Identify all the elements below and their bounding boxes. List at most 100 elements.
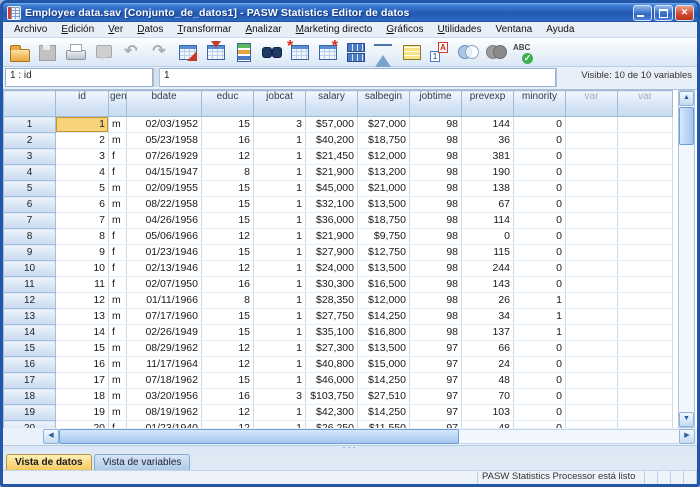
cell-id-row13[interactable]: 13: [56, 309, 109, 325]
vertical-scroll-thumb[interactable]: [679, 107, 694, 145]
row-header[interactable]: 6: [4, 197, 56, 213]
cell-prevexp-row11[interactable]: 143: [462, 277, 514, 293]
cell-gender-row17[interactable]: m: [109, 373, 127, 389]
cell-salbegin-row10[interactable]: $13,500: [358, 261, 410, 277]
cell-id-row17[interactable]: 17: [56, 373, 109, 389]
weight-cases-icon[interactable]: [370, 40, 396, 64]
cell-var-row4[interactable]: [566, 165, 618, 181]
row-header[interactable]: 15: [4, 341, 56, 357]
cell-minority-row17[interactable]: 0: [514, 373, 566, 389]
cell-var2-row4[interactable]: [618, 165, 673, 181]
insert-cases-icon[interactable]: [286, 40, 312, 64]
cell-id-row19[interactable]: 19: [56, 405, 109, 421]
select-cases-icon[interactable]: [398, 40, 424, 64]
row-header[interactable]: 16: [4, 357, 56, 373]
cell-bdate-row4[interactable]: 04/15/1947: [127, 165, 202, 181]
menu-edici-n[interactable]: Edición: [54, 24, 101, 35]
cell-minority-row13[interactable]: 1: [514, 309, 566, 325]
cell-jobtime-row10[interactable]: 98: [410, 261, 462, 277]
cell-var2-row11[interactable]: [618, 277, 673, 293]
menu-analizar[interactable]: Analizar: [238, 24, 288, 35]
cell-id-row6[interactable]: 6: [56, 197, 109, 213]
cell-salbegin-row20[interactable]: $11,550: [358, 421, 410, 429]
cell-minority-row9[interactable]: 0: [514, 245, 566, 261]
horizontal-scroll-track[interactable]: [459, 429, 679, 444]
cell-jobcat-row6[interactable]: 1: [254, 197, 306, 213]
row-header[interactable]: 4: [4, 165, 56, 181]
cell-id-row2[interactable]: 2: [56, 133, 109, 149]
cell-var-row1[interactable]: [566, 117, 618, 133]
cell-salbegin-row16[interactable]: $15,000: [358, 357, 410, 373]
cell-educ-row10[interactable]: 12: [202, 261, 254, 277]
cell-var-row19[interactable]: [566, 405, 618, 421]
cell-bdate-row20[interactable]: 01/23/1940: [127, 421, 202, 429]
cell-var2-row8[interactable]: [618, 229, 673, 245]
column-header-educ[interactable]: educ: [202, 91, 254, 117]
cell-var-row12[interactable]: [566, 293, 618, 309]
tab-vista-de-datos[interactable]: Vista de datos: [6, 454, 92, 470]
cell-jobcat-row16[interactable]: 1: [254, 357, 306, 373]
cell-salbegin-row8[interactable]: $9,750: [358, 229, 410, 245]
column-header-jobtime[interactable]: jobtime: [410, 91, 462, 117]
cell-salary-row9[interactable]: $27,900: [306, 245, 358, 261]
cell-bdate-row15[interactable]: 08/29/1962: [127, 341, 202, 357]
cell-prevexp-row5[interactable]: 138: [462, 181, 514, 197]
menu-ayuda[interactable]: Ayuda: [539, 24, 581, 35]
cell-var-row10[interactable]: [566, 261, 618, 277]
cell-var-row15[interactable]: [566, 341, 618, 357]
cell-jobtime-row1[interactable]: 98: [410, 117, 462, 133]
cell-educ-row18[interactable]: 16: [202, 389, 254, 405]
cell-salary-row10[interactable]: $24,000: [306, 261, 358, 277]
cell-bdate-row3[interactable]: 07/26/1929: [127, 149, 202, 165]
close-button[interactable]: [675, 5, 694, 21]
cell-bdate-row17[interactable]: 07/18/1962: [127, 373, 202, 389]
cell-salary-row7[interactable]: $36,000: [306, 213, 358, 229]
cell-salbegin-row7[interactable]: $18,750: [358, 213, 410, 229]
cell-salary-row20[interactable]: $26,250: [306, 421, 358, 429]
cell-salary-row19[interactable]: $42,300: [306, 405, 358, 421]
cell-salbegin-row4[interactable]: $13,200: [358, 165, 410, 181]
cell-gender-row1[interactable]: m: [109, 117, 127, 133]
cell-var-row6[interactable]: [566, 197, 618, 213]
cell-educ-row14[interactable]: 15: [202, 325, 254, 341]
cell-educ-row5[interactable]: 15: [202, 181, 254, 197]
cell-reference-splitter[interactable]: [153, 68, 160, 87]
cell-gender-row11[interactable]: f: [109, 277, 127, 293]
cell-salbegin-row15[interactable]: $13,500: [358, 341, 410, 357]
cell-bdate-row7[interactable]: 04/26/1956: [127, 213, 202, 229]
cell-prevexp-row15[interactable]: 66: [462, 341, 514, 357]
cell-salbegin-row13[interactable]: $14,250: [358, 309, 410, 325]
horizontal-scroll-thumb[interactable]: [59, 429, 459, 444]
cell-prevexp-row20[interactable]: 48: [462, 421, 514, 429]
row-header[interactable]: 10: [4, 261, 56, 277]
cell-prevexp-row4[interactable]: 190: [462, 165, 514, 181]
cell-var2-row16[interactable]: [618, 357, 673, 373]
cell-gender-row9[interactable]: f: [109, 245, 127, 261]
cell-jobtime-row4[interactable]: 98: [410, 165, 462, 181]
cell-salary-row2[interactable]: $40,200: [306, 133, 358, 149]
row-header[interactable]: 9: [4, 245, 56, 261]
column-header-id[interactable]: id: [56, 91, 109, 117]
cell-prevexp-row18[interactable]: 70: [462, 389, 514, 405]
menu-archivo[interactable]: Archivo: [7, 24, 54, 35]
cell-jobtime-row8[interactable]: 98: [410, 229, 462, 245]
cell-var-row8[interactable]: [566, 229, 618, 245]
cell-educ-row15[interactable]: 12: [202, 341, 254, 357]
cell-var2-row1[interactable]: [618, 117, 673, 133]
cell-jobcat-row14[interactable]: 1: [254, 325, 306, 341]
cell-salbegin-row6[interactable]: $13,500: [358, 197, 410, 213]
cell-gender-row12[interactable]: m: [109, 293, 127, 309]
row-header[interactable]: 5: [4, 181, 56, 197]
menu-ver[interactable]: Ver: [101, 24, 130, 35]
cell-jobtime-row14[interactable]: 98: [410, 325, 462, 341]
cell-minority-row8[interactable]: 0: [514, 229, 566, 245]
cell-educ-row6[interactable]: 15: [202, 197, 254, 213]
cell-minority-row15[interactable]: 0: [514, 341, 566, 357]
cell-var-row17[interactable]: [566, 373, 618, 389]
cell-educ-row7[interactable]: 15: [202, 213, 254, 229]
cell-gender-row16[interactable]: m: [109, 357, 127, 373]
cell-salary-row11[interactable]: $30,300: [306, 277, 358, 293]
cell-bdate-row5[interactable]: 02/09/1955: [127, 181, 202, 197]
scroll-up-button[interactable]: ▲: [679, 91, 694, 106]
cell-minority-row12[interactable]: 1: [514, 293, 566, 309]
